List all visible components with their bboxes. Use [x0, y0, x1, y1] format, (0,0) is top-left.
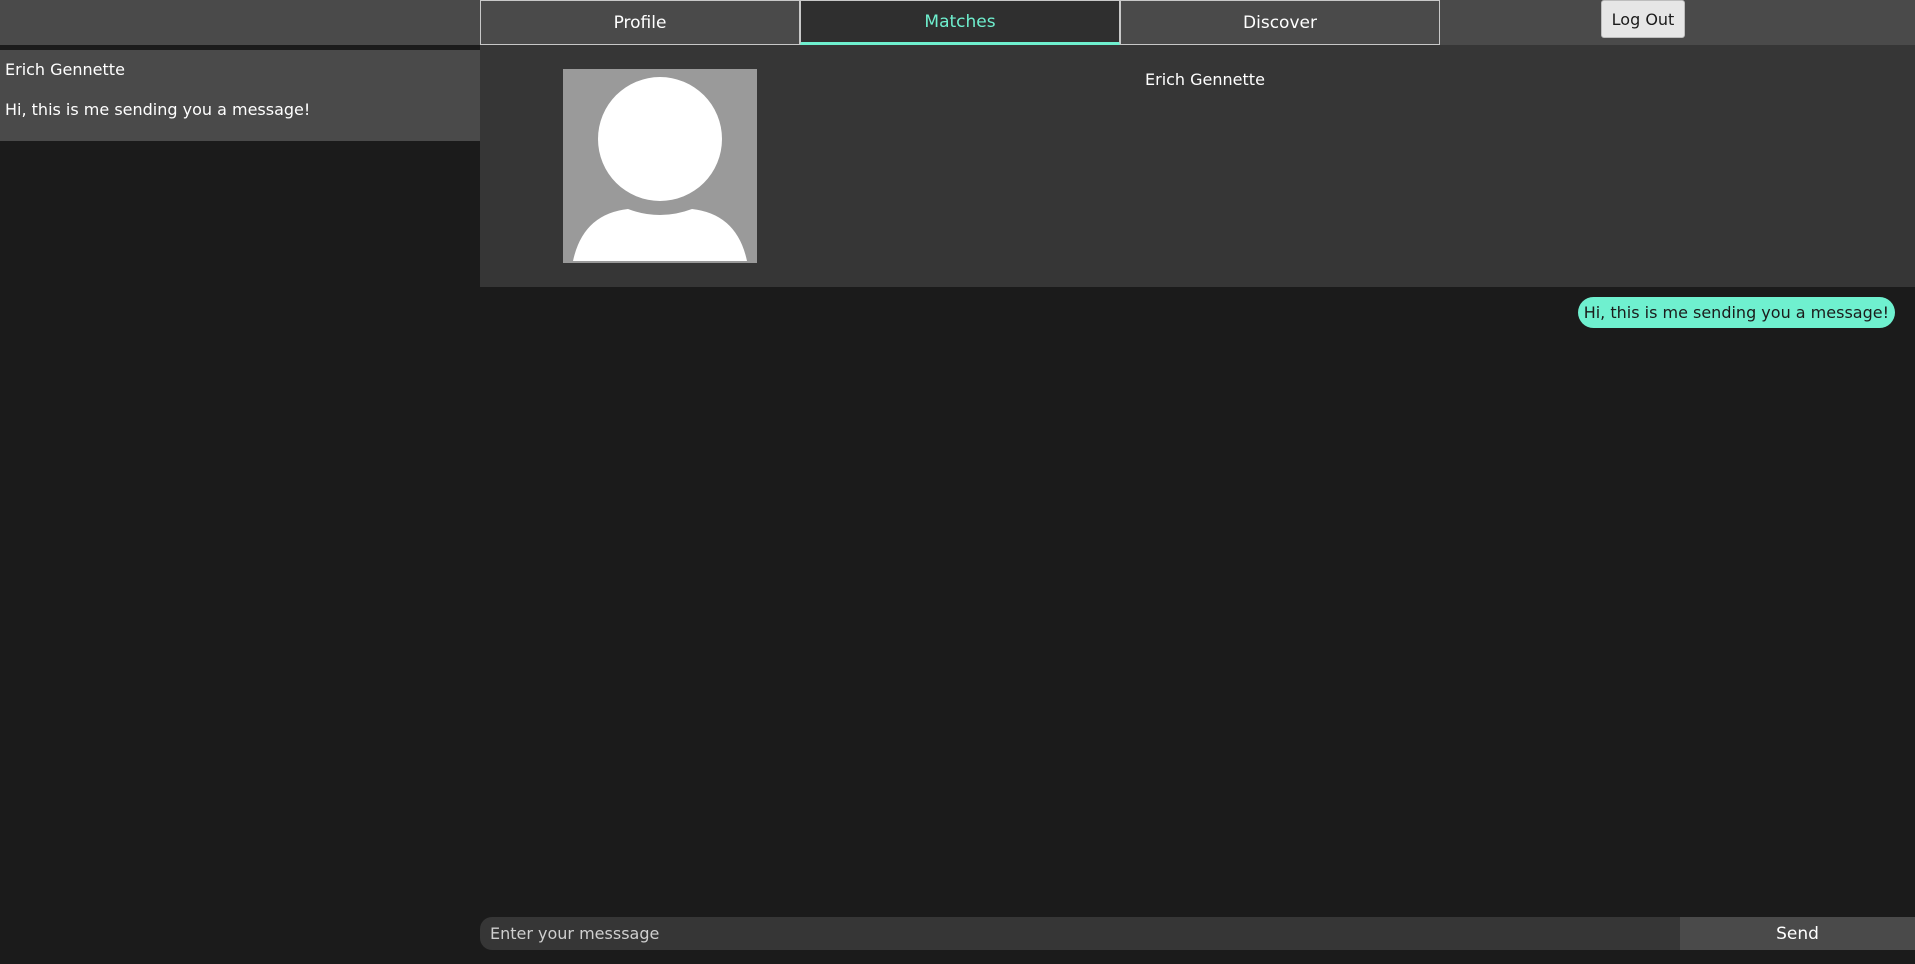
conversation-name: Erich Gennette: [5, 60, 125, 79]
chat-messages: Hi, this is me sending you a message!: [480, 287, 1915, 917]
logout-button[interactable]: Log Out: [1601, 0, 1685, 38]
conversation-item[interactable]: Erich Gennette Hi, this is me sending yo…: [0, 50, 480, 141]
tab-discover[interactable]: Discover: [1120, 0, 1440, 45]
tab-matches[interactable]: Matches: [800, 0, 1120, 45]
message-composer: Send: [480, 917, 1915, 950]
match-header: Erich Gennette: [480, 45, 1915, 287]
message-bubble: Hi, this is me sending you a message!: [1577, 297, 1895, 328]
send-button[interactable]: Send: [1680, 917, 1915, 950]
message-input[interactable]: [480, 917, 1680, 950]
top-nav-bar: Profile Matches Discover Log Out: [0, 0, 1915, 45]
conversation-preview: Hi, this is me sending you a message!: [5, 100, 311, 119]
conversation-list: Erich Gennette Hi, this is me sending yo…: [0, 45, 480, 964]
avatar: [563, 69, 757, 263]
match-name: Erich Gennette: [1145, 70, 1265, 89]
tab-profile[interactable]: Profile: [480, 0, 800, 45]
default-user-icon: [563, 69, 757, 263]
